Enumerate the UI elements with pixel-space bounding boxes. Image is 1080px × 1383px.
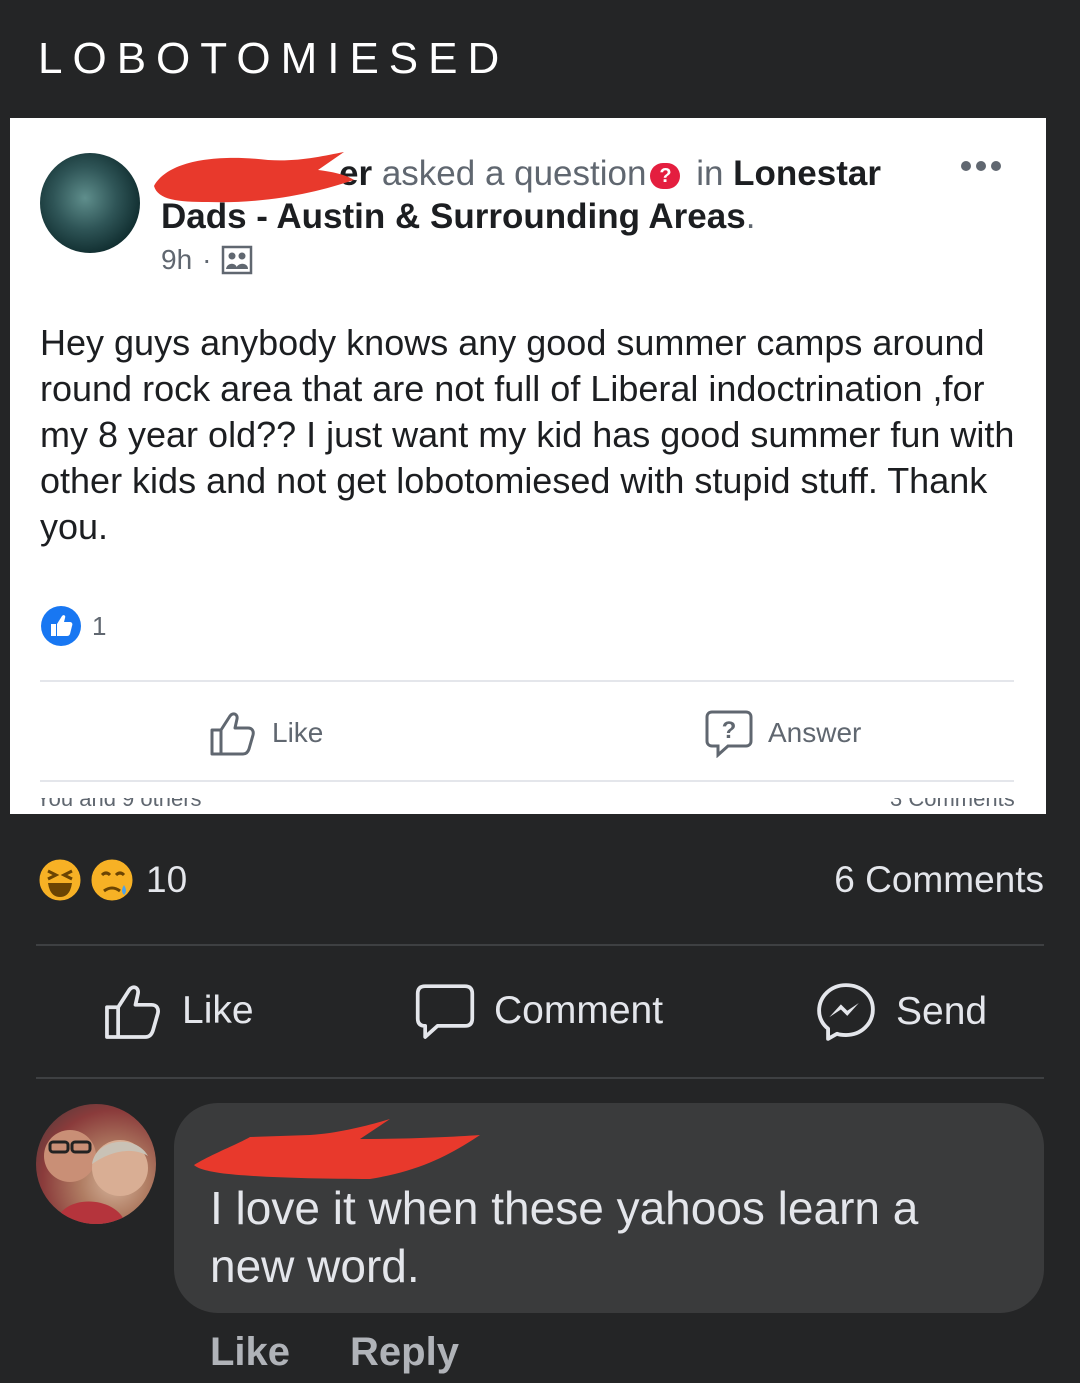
- asked-label: asked a question: [372, 154, 647, 193]
- question-bubble-icon: ?: [705, 710, 753, 758]
- messenger-icon: [817, 983, 875, 1041]
- meta-separator: ·: [202, 244, 212, 275]
- page-title: LOBOTOMIESED: [38, 34, 510, 83]
- peek-reactions: You and 9 others: [36, 798, 236, 814]
- post-like-button[interactable]: Like: [208, 708, 323, 758]
- comment-actions: Like Reply: [210, 1330, 459, 1375]
- comment-label: Comment: [494, 989, 664, 1032]
- comments-count[interactable]: 6 Comments: [834, 859, 1044, 901]
- divider: [40, 780, 1014, 782]
- answer-button[interactable]: ? Answer: [704, 708, 861, 758]
- post-reactions[interactable]: 1: [40, 605, 106, 647]
- comment-text: I love it when these yahoos learn a new …: [210, 1182, 919, 1292]
- screenshot-post-card: er asked a question? in Lonestar Dads - …: [10, 118, 1046, 814]
- comment-bubble-icon: [415, 984, 475, 1039]
- redaction-mark: [154, 152, 354, 203]
- thumbs-up-icon: [105, 985, 160, 1039]
- comment-button[interactable]: Comment: [414, 980, 663, 1042]
- more-options-icon[interactable]: [958, 156, 1004, 176]
- send-button[interactable]: Send: [814, 980, 987, 1044]
- group-audience-icon: [222, 245, 253, 275]
- peek-comments-text: 3 Comments: [890, 798, 1015, 811]
- divider: [36, 1077, 1044, 1079]
- reaction-count: 1: [92, 610, 107, 641]
- top-bar: LOBOTOMIESED: [0, 0, 1080, 116]
- like-label: Like: [182, 989, 254, 1032]
- peek-reactions-text: You and 9 others: [36, 798, 202, 811]
- question-icon: ?: [650, 163, 681, 189]
- period: .: [745, 197, 756, 236]
- peek-comments: 3 Comments: [890, 798, 1046, 814]
- comment-like-button[interactable]: Like: [210, 1330, 290, 1375]
- comment-reply-button[interactable]: Reply: [350, 1330, 459, 1375]
- commenter-avatar[interactable]: [36, 1104, 156, 1224]
- post-meta: 9h ·: [161, 244, 253, 276]
- redaction-mark: [194, 1119, 480, 1179]
- post-body: Hey guys anybody knows any good summer c…: [40, 322, 1015, 547]
- share-stats: 10 6 Comments: [36, 855, 1044, 905]
- haha-sad-reactions-icon[interactable]: [36, 855, 136, 905]
- post-time[interactable]: 9h: [161, 244, 192, 276]
- thumbs-up-icon: [210, 712, 255, 756]
- answer-label: Answer: [768, 717, 862, 748]
- in-label: in: [686, 154, 734, 193]
- divider: [36, 944, 1044, 946]
- like-reaction-icon: [41, 606, 81, 646]
- share-reaction-count[interactable]: 10: [146, 859, 187, 901]
- send-label: Send: [896, 990, 988, 1033]
- like-button[interactable]: Like: [102, 980, 254, 1042]
- author-avatar[interactable]: [40, 153, 140, 253]
- divider: [40, 680, 1014, 682]
- svg-text:?: ?: [722, 717, 737, 744]
- like-label: Like: [272, 717, 324, 748]
